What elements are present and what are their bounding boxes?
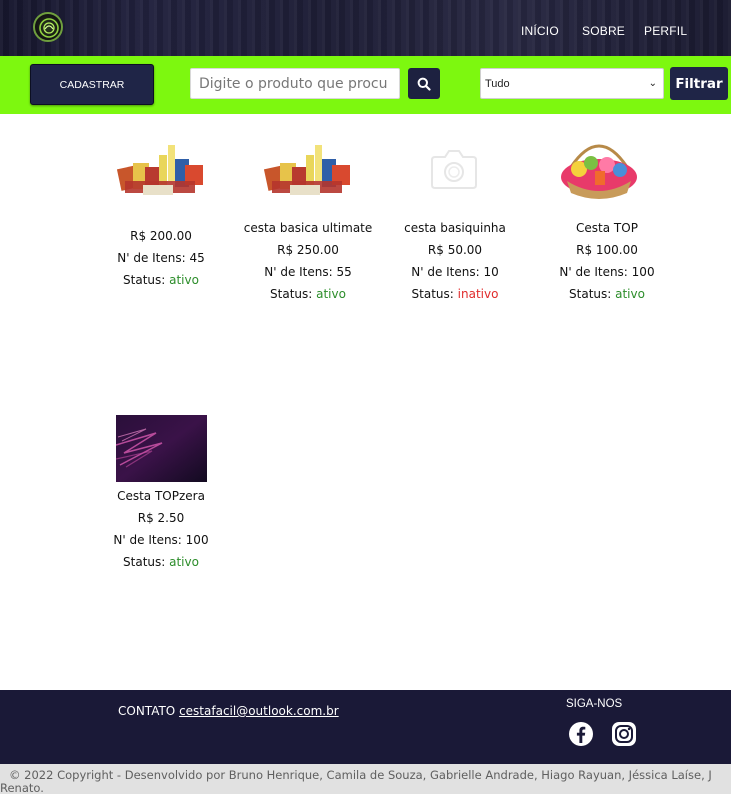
product-status: Status: ativo <box>569 287 645 301</box>
product-price: R$ 100.00 <box>576 243 638 257</box>
product-price: R$ 2.50 <box>137 511 185 525</box>
product-price: R$ 250.00 <box>277 243 339 257</box>
product-card[interactable]: R$ 200.00 N' de Itens: 45 Status: ativo <box>96 225 226 291</box>
social-heading: SIGA-NOS <box>566 698 623 710</box>
search-input[interactable] <box>190 68 400 99</box>
product-card[interactable]: Cesta TOPzera R$ 2.50 N' de Itens: 100 S… <box>96 485 226 573</box>
product-image[interactable] <box>557 133 641 203</box>
cadastrar-button[interactable]: CADASTRAR <box>30 64 154 105</box>
copyright-text-line1: © 2022 Copyright - Desenvolvido por Brun… <box>9 768 712 782</box>
product-item-count: N' de Itens: 100 <box>113 533 209 547</box>
product-name: cesta basiquinha <box>404 221 506 235</box>
search-icon <box>417 77 431 91</box>
contact-email-link[interactable]: cestafacil@outlook.com.br <box>179 704 339 718</box>
nav-link-perfil[interactable]: PERFIL <box>644 24 687 38</box>
facebook-icon[interactable] <box>568 721 594 747</box>
product-price: R$ 50.00 <box>427 243 483 257</box>
product-card[interactable]: cesta basiquinha R$ 50.00 N' de Itens: 1… <box>390 217 520 305</box>
contact-label: CONTATO <box>118 704 180 718</box>
contact-info: CONTATO cestafacil@outlook.com.br <box>118 704 339 718</box>
category-select[interactable]: Tudo ⌄ <box>480 68 664 99</box>
product-price: R$ 200.00 <box>130 229 192 243</box>
product-status: Status: inativo <box>411 287 499 301</box>
product-image[interactable] <box>115 415 207 482</box>
filter-button[interactable]: Filtrar <box>670 67 728 100</box>
instagram-icon[interactable] <box>611 721 637 747</box>
nav-link-sobre[interactable]: SOBRE <box>582 24 625 38</box>
product-item-count: N' de Itens: 55 <box>264 265 352 279</box>
filter-toolbar: CADASTRAR Tudo ⌄ Filtrar <box>0 56 731 114</box>
product-status: Status: ativo <box>270 287 346 301</box>
chevron-down-icon: ⌄ <box>648 78 657 89</box>
brand-logo[interactable] <box>33 12 63 42</box>
product-card[interactable]: Cesta TOP R$ 100.00 N' de Itens: 100 Sta… <box>542 217 672 305</box>
product-status: Status: ativo <box>123 555 199 569</box>
product-name: Cesta TOP <box>576 221 638 235</box>
copyright-bar: © 2022 Copyright - Desenvolvido por Brun… <box>0 764 731 794</box>
nav-link-inicio[interactable]: INÍCIO <box>521 24 559 38</box>
product-name: Cesta TOPzera <box>117 489 205 503</box>
product-item-count: N' de Itens: 10 <box>411 265 499 279</box>
footer: CONTATO cestafacil@outlook.com.br SIGA-N… <box>0 690 731 764</box>
product-item-count: N' de Itens: 45 <box>117 251 205 265</box>
product-card[interactable]: cesta basica ultimate R$ 250.00 N' de It… <box>239 217 377 305</box>
product-name: cesta basica ultimate <box>243 221 373 235</box>
copyright-text-line2: Renato. <box>0 781 44 794</box>
top-navbar: INÍCIO SOBRE PERFIL <box>0 0 731 56</box>
product-item-count: N' de Itens: 100 <box>559 265 655 279</box>
search-button[interactable] <box>408 68 440 99</box>
camera-placeholder-icon[interactable] <box>429 145 479 191</box>
category-select-value: Tudo <box>485 77 510 90</box>
product-status: Status: ativo <box>123 273 199 287</box>
product-image[interactable] <box>115 137 207 199</box>
product-image[interactable] <box>262 137 354 199</box>
